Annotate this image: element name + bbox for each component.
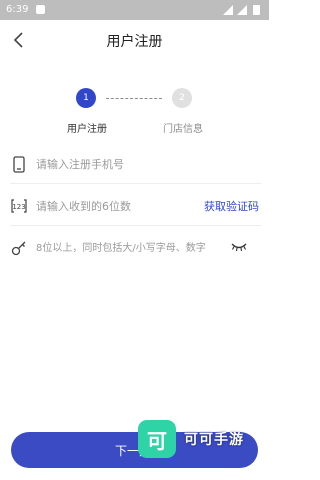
phone-row bbox=[0, 144, 269, 184]
step-1-label: 用户注册 bbox=[67, 124, 107, 135]
step-1-badge: 1 bbox=[76, 88, 96, 108]
eye-closed-icon[interactable] bbox=[231, 241, 247, 253]
row-divider bbox=[10, 183, 261, 184]
phone-input[interactable] bbox=[36, 153, 256, 175]
code-123-icon: 123 bbox=[10, 197, 28, 215]
svg-text:123: 123 bbox=[12, 203, 25, 211]
phone-icon bbox=[10, 155, 28, 173]
verification-code-input[interactable] bbox=[36, 195, 186, 217]
notification-icon bbox=[36, 5, 45, 14]
code-row: 123 获取验证码 bbox=[0, 186, 269, 226]
step-indicator: 1 2 用户注册 门店信息 bbox=[0, 85, 269, 135]
step-2-label: 门店信息 bbox=[163, 124, 203, 135]
watermark: 可 可可手游 bbox=[138, 420, 258, 460]
watermark-logo: 可 bbox=[138, 420, 176, 458]
get-code-button[interactable]: 获取验证码 bbox=[204, 198, 259, 214]
watermark-brand: 可可手游 bbox=[184, 432, 244, 448]
password-row bbox=[0, 228, 269, 268]
step-connector bbox=[106, 98, 162, 99]
status-time: 6:39 bbox=[6, 4, 29, 15]
row-divider bbox=[10, 225, 261, 226]
key-icon bbox=[10, 239, 28, 257]
system-status-icons bbox=[223, 5, 260, 15]
status-bar: 6:39 bbox=[0, 0, 269, 20]
step-2-badge: 2 bbox=[172, 88, 192, 108]
page-title: 用户注册 bbox=[106, 34, 163, 50]
nav-bar: 用户注册 bbox=[0, 20, 269, 60]
password-input[interactable] bbox=[36, 237, 222, 259]
